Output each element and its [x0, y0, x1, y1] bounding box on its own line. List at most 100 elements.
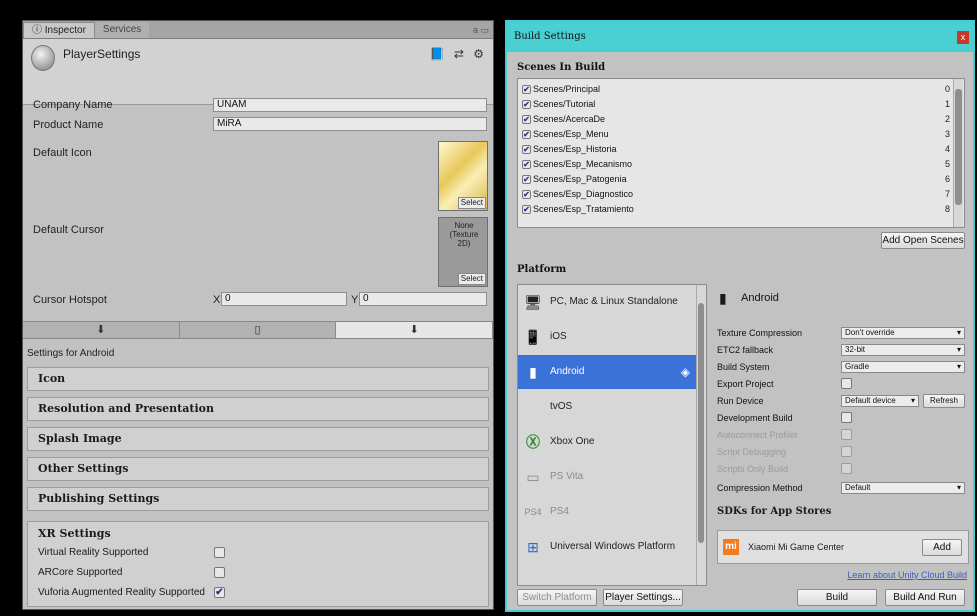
script-debugging-checkbox[interactable]	[841, 446, 852, 457]
product-name-label: Product Name	[33, 119, 104, 131]
hotspot-x-field[interactable]: 0	[221, 292, 347, 306]
select-icon-button[interactable]: Select	[457, 197, 486, 209]
company-name-field[interactable]: UNAM	[213, 98, 487, 112]
section-publishing[interactable]: Publishing Settings	[27, 487, 489, 511]
hotspot-y-field[interactable]: 0	[359, 292, 487, 306]
refresh-button[interactable]: Refresh	[923, 394, 965, 408]
development-build-label: Development Build	[717, 413, 793, 423]
xr-settings-title[interactable]: XR Settings	[38, 527, 111, 540]
list-item[interactable]: ✔ Scenes/Esp_Patogenia	[522, 174, 627, 184]
autoconnect-profiler-label: Autoconnect Profiler	[717, 430, 799, 440]
hotspot-x-label: X	[213, 294, 221, 306]
build-and-run-button[interactable]: Build And Run	[885, 589, 965, 606]
platform-item-uwp[interactable]: ⊞ Universal Windows Platform	[518, 530, 696, 564]
close-icon[interactable]: x	[957, 31, 969, 44]
platform-scrollbar[interactable]	[696, 285, 705, 585]
tab-inspector[interactable]: ⓘ Inspector	[23, 22, 95, 38]
scrollbar-thumb[interactable]	[955, 89, 962, 205]
product-name-field[interactable]: MiRA	[213, 117, 487, 131]
sdk-row: mi Xiaomi Mi Game Center Add	[717, 530, 969, 564]
ios-icon: 📱	[524, 329, 542, 345]
vuforia-supported-checkbox[interactable]: ✔	[214, 587, 225, 598]
tab-menu-icon[interactable]: a ▭	[469, 22, 493, 38]
platform-item-xbox[interactable]: Ⓧ Xbox One	[518, 425, 696, 459]
compression-method-label: Compression Method	[717, 483, 803, 493]
select-cursor-button[interactable]: Select	[457, 273, 486, 285]
pc-icon: 🖥	[524, 294, 542, 310]
cloud-build-link[interactable]: Learn about Unity Cloud Build	[847, 570, 967, 580]
switch-platform-button[interactable]: Switch Platform	[517, 589, 597, 606]
xbox-icon: Ⓧ	[526, 434, 540, 450]
section-splash[interactable]: Splash Image	[27, 427, 489, 451]
autoconnect-profiler-checkbox[interactable]	[841, 429, 852, 440]
build-settings-titlebar[interactable]: Build Settings x	[507, 22, 973, 52]
player-settings-button[interactable]: Player Settings...	[603, 589, 683, 606]
scene-index: 0	[944, 84, 950, 94]
etc2-fallback-dropdown[interactable]: 32-bit	[841, 344, 965, 356]
tab-standalone[interactable]: ⬇	[23, 322, 180, 338]
platform-header: Platform	[517, 264, 567, 275]
default-cursor-slot[interactable]: None (Texture 2D) Select	[438, 217, 488, 287]
window-title: Build Settings	[514, 31, 586, 42]
list-item[interactable]: ✔ Scenes/Esp_Tratamiento	[522, 204, 634, 214]
development-build-checkbox[interactable]	[841, 412, 852, 423]
android-icon: ▮	[529, 364, 537, 380]
scene-index: 1	[944, 99, 950, 109]
windows-icon: ⊞	[527, 539, 539, 555]
platform-tabs: ⬇ ▯ ⬇	[23, 321, 493, 339]
inspector-tab-bar: ⓘ Inspector Services a ▭	[23, 21, 493, 39]
list-item[interactable]: ✔ Scenes/Principal	[522, 84, 600, 94]
add-sdk-button[interactable]: Add	[922, 539, 962, 556]
build-system-dropdown[interactable]: Gradle	[841, 361, 965, 373]
inspector-panel: ⓘ Inspector Services a ▭ PlayerSettings …	[22, 20, 494, 610]
scenes-in-build-header: Scenes In Build	[517, 62, 606, 73]
section-resolution[interactable]: Resolution and Presentation	[27, 397, 489, 421]
tab-services[interactable]: Services	[94, 22, 150, 38]
section-icon[interactable]: Icon	[27, 367, 489, 391]
build-button[interactable]: Build	[797, 589, 877, 606]
list-item[interactable]: ✔ Scenes/Esp_Diagnostico	[522, 189, 633, 199]
ps4-icon: PS4	[524, 507, 542, 517]
arcore-supported-checkbox[interactable]	[214, 567, 225, 578]
scripts-only-build-label: Scripts Only Build	[717, 464, 789, 474]
scene-index: 8	[944, 204, 950, 214]
inspector-header: PlayerSettings 📘 ⇄ ⚙	[23, 39, 493, 105]
compression-method-dropdown[interactable]: Default	[841, 482, 965, 494]
scrollbar-thumb[interactable]	[698, 303, 704, 543]
platform-list[interactable]: 🖥 PC, Mac & Linux Standalone 📱 iOS ▮ And…	[517, 284, 707, 586]
scene-index: 6	[944, 174, 950, 184]
ps-vita-icon: ▭	[526, 469, 540, 485]
add-open-scenes-button[interactable]: Add Open Scenes	[881, 232, 965, 249]
scripts-only-build-checkbox[interactable]	[841, 463, 852, 474]
list-item[interactable]: ✔ Scenes/Esp_Mecanismo	[522, 159, 632, 169]
tab-ios[interactable]: ▯	[179, 322, 337, 338]
xiaomi-logo-icon: mi	[723, 539, 739, 555]
script-debugging-label: Script Debugging	[717, 447, 787, 457]
texture-compression-label: Texture Compression	[717, 328, 803, 338]
run-device-dropdown[interactable]: Default device	[841, 395, 919, 407]
hotspot-y-label: Y	[351, 294, 359, 306]
tab-android[interactable]: ⬇	[336, 322, 493, 338]
list-item[interactable]: ✔ Scenes/Tutorial	[522, 99, 595, 109]
section-other-settings[interactable]: Other Settings	[27, 457, 489, 481]
header-settings-icons[interactable]: 📘 ⇄ ⚙	[430, 47, 487, 61]
default-icon-slot[interactable]: Select	[438, 141, 488, 211]
scenes-list[interactable]: ✔ Scenes/Principal 0 ✔ Scenes/Tutorial 1 ✔…	[517, 78, 965, 228]
list-item[interactable]: ✔ Scenes/Esp_Historia	[522, 144, 617, 154]
list-item[interactable]: ✔ Scenes/Esp_Menu	[522, 129, 609, 139]
scene-index: 4	[944, 144, 950, 154]
list-item[interactable]: ✔ Scenes/AcercaDe	[522, 114, 605, 124]
export-project-checkbox[interactable]	[841, 378, 852, 389]
scenes-scrollbar[interactable]	[953, 79, 963, 227]
platform-item-ps4[interactable]: PS4 PS4	[518, 495, 696, 529]
platform-item-android[interactable]: ▮ Android ◈	[518, 355, 696, 389]
platform-item-standalone[interactable]: 🖥 PC, Mac & Linux Standalone	[518, 285, 696, 319]
build-settings-window: Build Settings x Scenes In Build ✔ Scenes…	[505, 20, 975, 612]
platform-item-ps-vita[interactable]: ▭ PS Vita	[518, 460, 696, 494]
scene-index: 7	[944, 189, 950, 199]
platform-item-ios[interactable]: 📱 iOS	[518, 320, 696, 354]
vr-supported-checkbox[interactable]	[214, 547, 225, 558]
info-icon: ⓘ	[32, 25, 45, 36]
texture-compression-dropdown[interactable]: Don't override	[841, 327, 965, 339]
platform-item-tvos[interactable]: tvOS	[518, 390, 696, 424]
